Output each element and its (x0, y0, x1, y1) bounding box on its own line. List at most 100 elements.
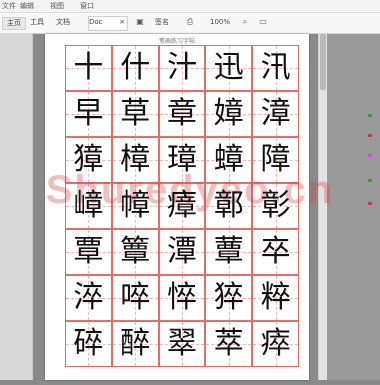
grid-cell: 十 (65, 45, 112, 91)
grid-cell: 卒 (252, 229, 299, 275)
document-tab-label: Doc (89, 18, 103, 26)
grid-cell: 璋 (158, 137, 206, 183)
calligraphy-character: 早 (73, 96, 104, 131)
search-icon[interactable]: ⌕ (240, 17, 250, 27)
pink-marker (368, 154, 372, 157)
calligraphy-character: 瘴 (166, 188, 197, 223)
grid-cell: 淬 (65, 275, 112, 321)
grid-cell: 悴 (158, 275, 206, 321)
grid-cell: 迅 (205, 45, 253, 91)
right-panel (318, 34, 380, 380)
sign-tool[interactable]: 签名 (155, 17, 169, 28)
menu-item-view[interactable]: 视图 (50, 1, 64, 11)
save-icon[interactable]: ▣ (135, 17, 145, 27)
calligraphy-character: 卒 (260, 234, 291, 269)
grid-cell: 醉 (111, 321, 159, 367)
grid-cell: 翠 (158, 321, 206, 367)
calligraphy-character: 章 (166, 96, 197, 131)
calligraphy-character: 簟 (120, 234, 151, 269)
calligraphy-character: 蟑 (213, 142, 244, 177)
grid-cell: 瘴 (158, 183, 206, 229)
grid-cell: 蟑 (205, 137, 253, 183)
calligraphy-grid: 十什汁迅汛早草章嫜漳獐樟璋蟑障嶂幛瘴鄣彰覃簟潭蕈卒淬啐悴猝粹碎醉翠萃瘁 (65, 45, 299, 385)
menu-item-edit[interactable]: 编辑 (20, 1, 34, 11)
grid-cell: 粹 (252, 275, 299, 321)
print-icon[interactable]: ⎙ (185, 17, 195, 27)
calligraphy-character: 嶂 (73, 188, 104, 223)
calligraphy-character: 醉 (120, 326, 151, 361)
calligraphy-character: 碎 (73, 326, 104, 361)
grid-cell: 鄣 (205, 183, 253, 229)
page-icon[interactable]: ▭ (258, 17, 268, 27)
grid-cell: 早 (65, 91, 112, 137)
calligraphy-character: 翠 (166, 326, 197, 361)
calligraphy-character: 鄣 (213, 188, 244, 223)
grid-cell: 簟 (111, 229, 159, 275)
menu-item-file[interactable]: 文件 (2, 1, 16, 11)
grid-cell: 什 (111, 45, 159, 91)
tools-tab[interactable]: 工具 (30, 17, 44, 28)
grid-cell: 樟 (111, 137, 159, 183)
calligraphy-character: 汛 (260, 50, 291, 85)
calligraphy-character: 蕈 (213, 234, 244, 269)
calligraphy-character: 迅 (213, 50, 244, 85)
green-marker (368, 114, 372, 117)
calligraphy-character: 嫜 (213, 96, 244, 131)
left-panel (0, 34, 33, 380)
grid-cell: 汛 (252, 45, 299, 91)
grid-cell: 嫜 (205, 91, 253, 137)
close-icon[interactable]: × (119, 17, 125, 28)
red-marker-2 (368, 202, 372, 205)
calligraphy-character: 啐 (120, 280, 151, 315)
grid-cell: 猝 (205, 275, 253, 321)
grid-cell: 覃 (65, 229, 112, 275)
grid-cell: 嶂 (65, 183, 112, 229)
grid-cell: 瘁 (252, 321, 299, 367)
calligraphy-character: 獐 (73, 142, 104, 177)
grid-cell: 獐 (65, 137, 112, 183)
calligraphy-character: 漳 (260, 96, 291, 131)
page-title: 笔画练习字帖 (158, 38, 195, 45)
grid-cell: 章 (158, 91, 206, 137)
document-tab[interactable]: Doc × (88, 16, 128, 31)
calligraphy-character: 障 (260, 142, 291, 177)
calligraphy-character: 彰 (260, 188, 291, 223)
vertical-scrollbar[interactable] (318, 34, 327, 380)
grid-cell: 萃 (205, 321, 253, 367)
calligraphy-character: 悴 (166, 280, 197, 315)
grid-cell: 汁 (158, 45, 206, 91)
calligraphy-character: 汁 (166, 50, 197, 85)
calligraphy-character: 幛 (120, 188, 151, 223)
calligraphy-character: 粹 (260, 280, 291, 315)
home-tab[interactable]: 主页 (2, 17, 26, 30)
menu-bar: 文件 编辑 视图 窗口 (0, 0, 380, 13)
calligraphy-character: 樟 (120, 142, 151, 177)
doc-label[interactable]: 文档 (56, 17, 70, 28)
grid-cell: 潭 (158, 229, 206, 275)
red-marker (368, 134, 372, 137)
grid-cell: 障 (252, 137, 299, 183)
grid-cell: 彰 (252, 183, 299, 229)
green-marker-2 (368, 179, 372, 182)
grid-cell: 蕈 (205, 229, 253, 275)
calligraphy-character: 萃 (213, 326, 244, 361)
calligraphy-character: 淬 (73, 280, 104, 315)
toolbar: 主页 工具 文档 Doc × 签名 100% ▣ ⎙ ⌕ ▭ (0, 13, 380, 34)
grid-cell: 漳 (252, 91, 299, 137)
calligraphy-character: 璋 (166, 142, 197, 177)
calligraphy-character: 猝 (213, 280, 244, 315)
zoom-level[interactable]: 100% (210, 17, 230, 28)
menu-item-window[interactable]: 窗口 (80, 1, 94, 11)
calligraphy-character: 十 (73, 50, 104, 85)
calligraphy-character: 覃 (73, 234, 104, 269)
document-page: 笔画练习字帖 十什汁迅汛早草章嫜漳獐樟璋蟑障嶂幛瘴鄣彰覃簟潭蕈卒淬啐悴猝粹碎醉翠… (45, 34, 309, 380)
calligraphy-character: 瘁 (260, 326, 291, 361)
grid-cell: 碎 (65, 321, 112, 367)
calligraphy-character: 草 (120, 96, 151, 131)
grid-cell: 幛 (111, 183, 159, 229)
calligraphy-character: 潭 (166, 234, 197, 269)
grid-cell: 啐 (111, 275, 159, 321)
grid-cell: 草 (111, 91, 159, 137)
scrollbar-thumb[interactable] (320, 34, 326, 90)
calligraphy-character: 什 (120, 50, 151, 85)
